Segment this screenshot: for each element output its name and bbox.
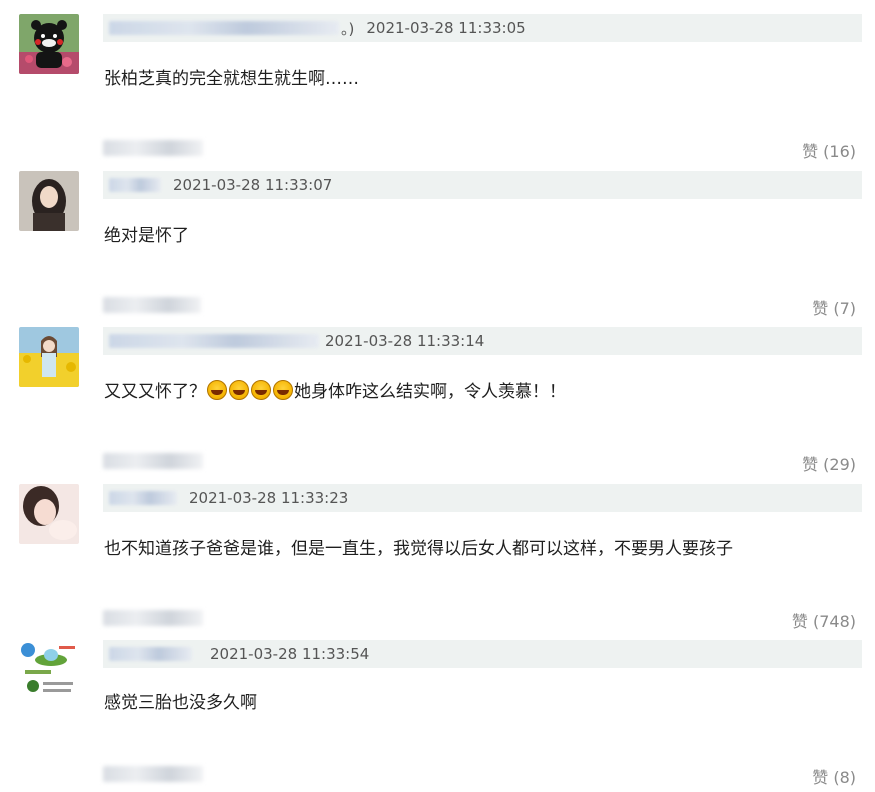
grinning-sweat-emoji-icon <box>207 380 227 400</box>
comment-text: 也不知道孩子爸爸是谁，但是一直生，我觉得以后女人都可以这样，不要男人要孩子 <box>104 539 733 559</box>
comment-timestamp: 2021-03-28 11:33:07 <box>173 176 333 194</box>
comment-text: 感觉三胎也没多久啊 <box>104 693 257 713</box>
like-button[interactable]: 赞 (16) <box>802 138 856 162</box>
comment-meta-bar: 2021-03-28 11:33:23 <box>103 484 862 512</box>
avatar[interactable] <box>19 171 79 231</box>
comment-meta-bar: 2021-03-28 11:33:14 <box>103 327 862 355</box>
comment-timestamp: 2021-03-28 11:33:05 <box>366 19 526 37</box>
reply-blurred <box>103 453 203 469</box>
comment-text: 又又又怀了？ 她身体咋这么结实啊，令人羡慕！！ <box>104 377 566 402</box>
avatar[interactable] <box>19 484 79 544</box>
grinning-sweat-emoji-icon <box>251 380 271 400</box>
comment-timestamp: 2021-03-28 11:33:14 <box>325 332 485 350</box>
comment-meta-bar: 2021-03-28 11:33:07 <box>103 171 862 199</box>
reply-blurred <box>103 140 203 156</box>
reply-blurred <box>103 610 203 626</box>
comment-text-suffix: 她身体咋这么结实啊，令人羡慕！！ <box>294 382 566 402</box>
username-blurred[interactable] <box>109 647 192 661</box>
avatar[interactable] <box>19 14 79 74</box>
username-tail: 。) <box>341 19 355 38</box>
like-button[interactable]: 赞 (8) <box>812 764 856 788</box>
comment-timestamp: 2021-03-28 11:33:54 <box>210 645 370 663</box>
comment-text: 张柏芝真的完全就想生就生啊…… <box>104 69 359 89</box>
comment-meta-bar: 。) 2021-03-28 11:33:05 <box>103 14 862 42</box>
reply-blurred <box>103 297 201 313</box>
like-button[interactable]: 赞 (748) <box>792 608 856 632</box>
username-blurred[interactable] <box>109 21 339 35</box>
username-blurred[interactable] <box>109 491 177 505</box>
username-blurred[interactable] <box>109 178 161 192</box>
avatar[interactable] <box>19 327 79 387</box>
like-button[interactable]: 赞 (29) <box>802 451 856 475</box>
avatar[interactable] <box>19 640 79 700</box>
comment-timestamp: 2021-03-28 11:33:23 <box>189 489 349 507</box>
like-button[interactable]: 赞 (7) <box>812 295 856 319</box>
comment-text-prefix: 又又又怀了？ <box>104 382 206 402</box>
username-blurred[interactable] <box>109 334 319 348</box>
comment-text: 绝对是怀了 <box>104 226 189 246</box>
grinning-sweat-emoji-icon <box>229 380 249 400</box>
reply-blurred <box>103 766 203 782</box>
comment-meta-bar: 2021-03-28 11:33:54 <box>103 640 862 668</box>
grinning-sweat-emoji-icon <box>273 380 293 400</box>
